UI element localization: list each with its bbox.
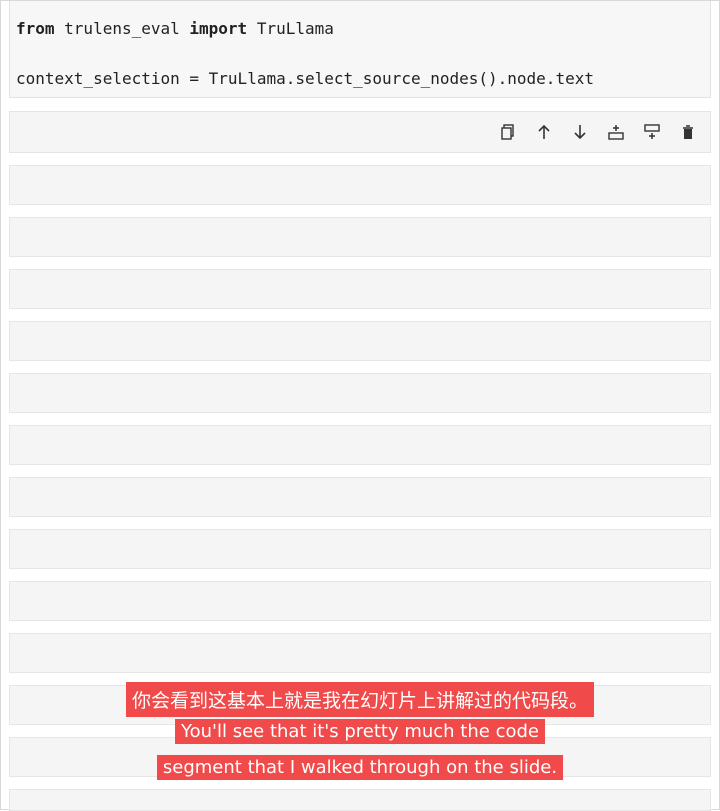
keyword-from: from [16, 19, 55, 38]
subtitle-english-line2: segment that I walked through on the sli… [0, 755, 720, 780]
insert-below-button[interactable] [640, 120, 664, 144]
subtitle-english-line1-text: You'll see that it's pretty much the cod… [175, 719, 545, 744]
empty-cell[interactable] [9, 581, 711, 621]
arrow-up-icon [538, 124, 550, 139]
empty-cell[interactable] [9, 165, 711, 205]
delete-cell-button[interactable] [676, 120, 700, 144]
empty-cell[interactable] [9, 477, 711, 517]
active-empty-cell[interactable] [9, 111, 711, 153]
insert-above-icon [608, 125, 624, 140]
cell-toolbar [496, 120, 700, 144]
insert-below-icon [644, 124, 660, 139]
delete-icon [683, 125, 693, 139]
empty-cell[interactable] [9, 633, 711, 673]
move-up-button[interactable] [532, 120, 556, 144]
subtitle-english-line2-text: segment that I walked through on the sli… [156, 755, 564, 780]
insert-above-button[interactable] [604, 120, 628, 144]
subtitle-chinese: 你会看到这基本上就是我在幻灯片上讲解过的代码段。 [0, 682, 720, 717]
empty-cell[interactable] [9, 217, 711, 257]
copy-icon [501, 124, 514, 140]
code-cell[interactable]: from trulens_eval import TruLlama contex… [9, 1, 711, 98]
module-name: trulens_eval [54, 19, 190, 38]
empty-cell[interactable] [9, 321, 711, 361]
subtitle-chinese-text: 你会看到这基本上就是我在幻灯片上讲解过的代码段。 [125, 682, 594, 717]
empty-cell[interactable] [9, 529, 711, 569]
arrow-down-icon [574, 125, 586, 140]
move-down-button[interactable] [568, 120, 592, 144]
subtitle-english-line1: You'll see that it's pretty much the cod… [0, 719, 720, 744]
empty-cell[interactable] [9, 789, 711, 811]
imported-name: TruLlama [247, 19, 334, 38]
empty-cell[interactable] [9, 269, 711, 309]
code-line-context-selection: context_selection = TruLlama.select_sour… [16, 69, 594, 88]
keyword-import: import [189, 19, 248, 38]
duplicate-cell-button[interactable] [496, 120, 520, 144]
empty-cell[interactable] [9, 425, 711, 465]
code-line-import: from trulens_eval import TruLlama [16, 19, 334, 38]
empty-cell[interactable] [9, 373, 711, 413]
